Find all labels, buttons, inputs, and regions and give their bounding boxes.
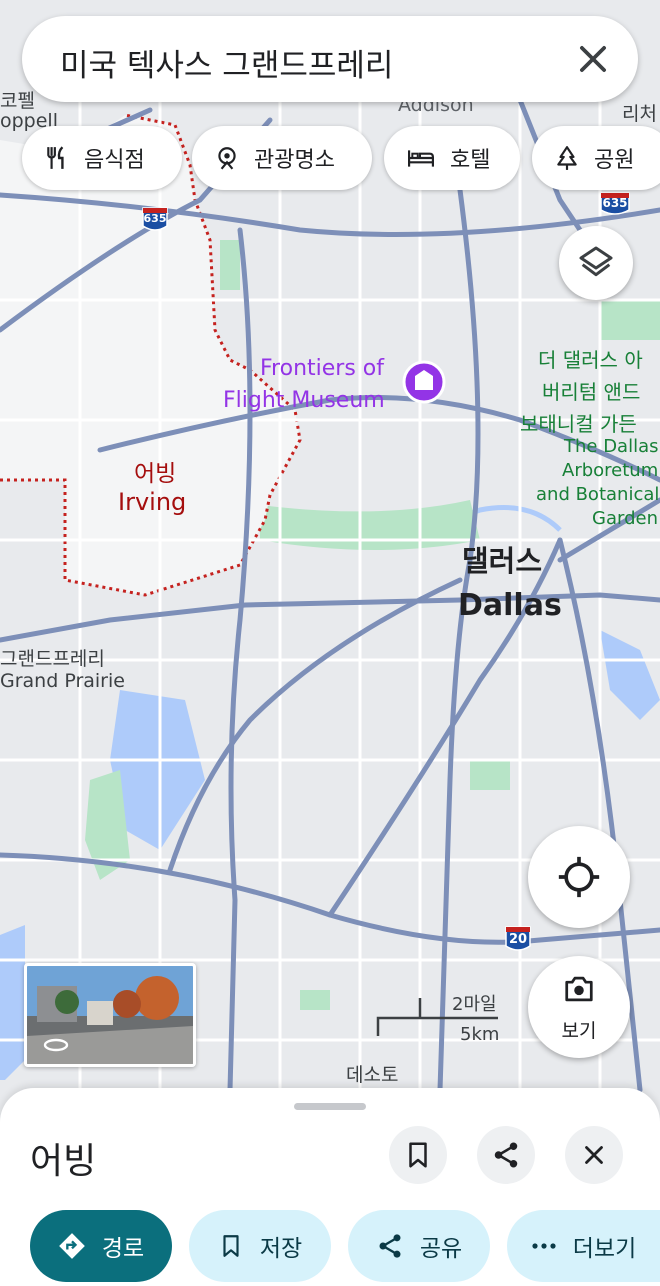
close-icon bbox=[585, 1146, 603, 1164]
park-block-3 bbox=[600, 300, 660, 340]
shield-i635-right bbox=[600, 192, 630, 215]
place-sheet[interactable]: 어빙 경로 저장 공유 더보기 bbox=[0, 1088, 660, 1286]
close-sheet-button[interactable] bbox=[565, 1126, 623, 1184]
more-icon bbox=[532, 1243, 556, 1249]
save-icon-button[interactable] bbox=[389, 1126, 447, 1184]
lens-label: 보기 bbox=[561, 1020, 597, 1042]
close-icon[interactable] bbox=[574, 40, 612, 78]
save-label: 저장 bbox=[259, 1236, 303, 1262]
more-button[interactable]: 더보기 bbox=[507, 1210, 660, 1282]
share-icon bbox=[379, 1234, 401, 1258]
chip-parks[interactable]: 공원 bbox=[532, 126, 660, 190]
save-button[interactable]: 저장 bbox=[189, 1210, 331, 1282]
360-icon bbox=[43, 1038, 69, 1052]
shield-i635-left bbox=[142, 207, 168, 231]
park-block-1 bbox=[300, 990, 330, 1010]
chip-hotels[interactable]: 호텔 bbox=[384, 126, 520, 190]
attraction-icon bbox=[218, 147, 236, 170]
street-view-thumbnail[interactable] bbox=[24, 963, 196, 1067]
chip-restaurants-label: 음식점 bbox=[84, 148, 145, 173]
my-location-button[interactable] bbox=[528, 826, 630, 928]
place-title: 어빙 bbox=[30, 1141, 97, 1182]
shield-i20 bbox=[505, 926, 531, 951]
lens-button[interactable]: 보기 bbox=[528, 956, 630, 1058]
directions-icon bbox=[58, 1233, 85, 1259]
bookmark-icon bbox=[409, 1142, 427, 1168]
layers-button[interactable] bbox=[559, 226, 633, 300]
share-icon bbox=[494, 1142, 518, 1168]
layers-icon bbox=[579, 246, 613, 277]
bookmark-icon bbox=[223, 1235, 239, 1257]
directions-button[interactable]: 경로 bbox=[30, 1210, 172, 1282]
directions-label: 경로 bbox=[101, 1236, 145, 1262]
chip-hotels-label: 호텔 bbox=[450, 148, 491, 173]
search-query[interactable]: 미국 텍사스 그랜드프레리 bbox=[60, 40, 393, 85]
chip-parks-label: 공원 bbox=[594, 148, 635, 173]
more-label: 더보기 bbox=[572, 1236, 637, 1262]
share-button[interactable]: 공유 bbox=[348, 1210, 490, 1282]
chip-attractions[interactable]: 관광명소 bbox=[192, 126, 372, 190]
chip-attractions-label: 관광명소 bbox=[254, 148, 335, 173]
park-block-4 bbox=[220, 240, 240, 290]
search-bar[interactable]: 미국 텍사스 그랜드프레리 bbox=[22, 16, 638, 102]
drag-handle[interactable] bbox=[294, 1103, 366, 1110]
park-block-2 bbox=[470, 760, 510, 790]
lake-joe-pool bbox=[0, 925, 25, 1080]
camera-icon bbox=[565, 976, 593, 1002]
hotel-icon bbox=[408, 150, 434, 167]
park-icon bbox=[557, 146, 577, 170]
share-label: 공유 bbox=[419, 1236, 463, 1262]
restaurant-icon bbox=[47, 146, 64, 169]
crosshair-icon bbox=[558, 856, 600, 898]
share-icon-button[interactable] bbox=[477, 1126, 535, 1184]
chip-restaurants[interactable]: 음식점 bbox=[22, 126, 182, 190]
